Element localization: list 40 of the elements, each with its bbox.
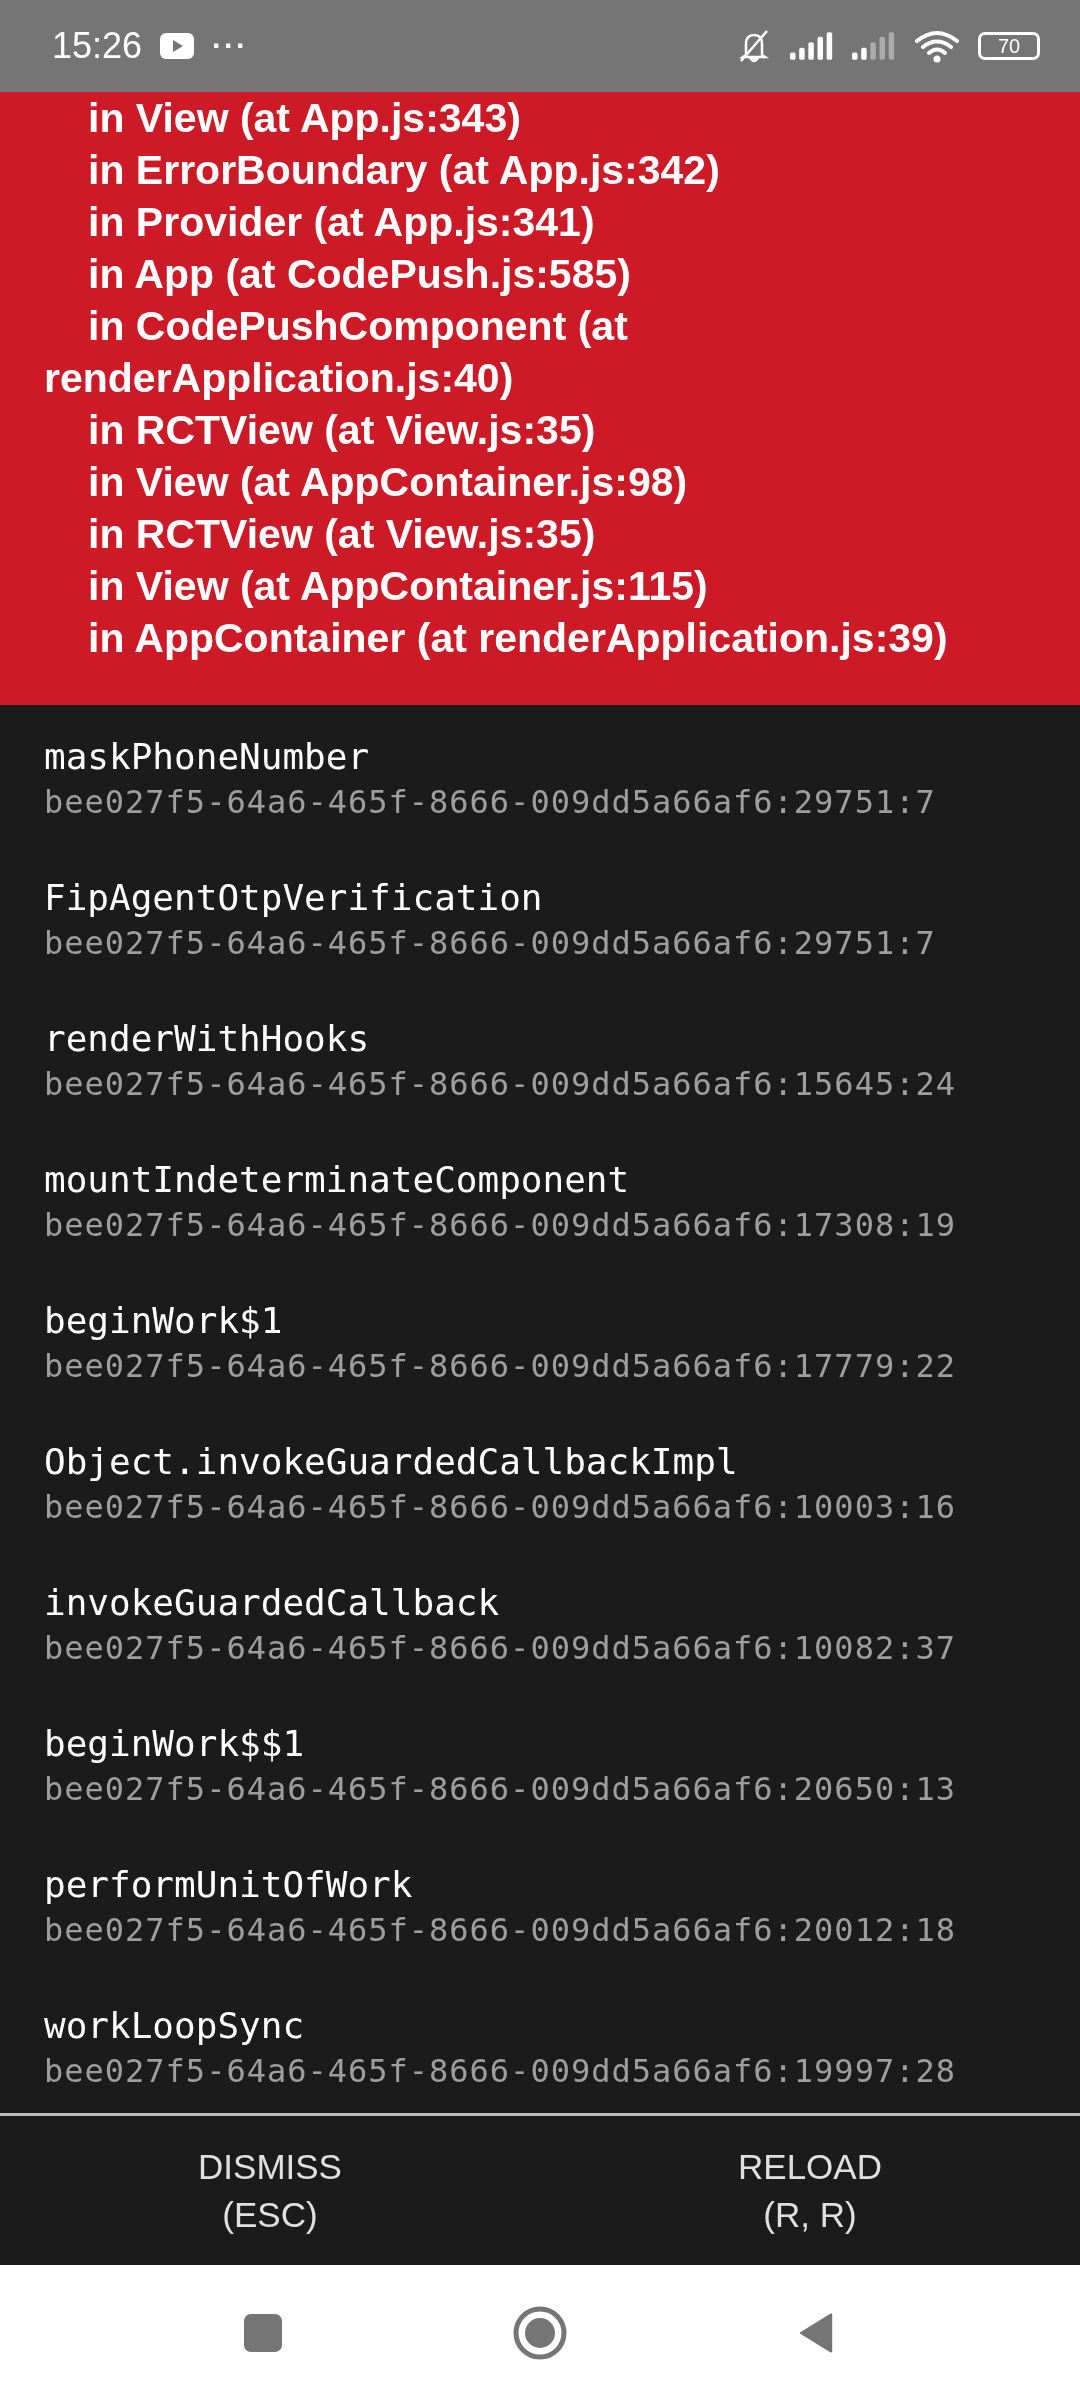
home-icon[interactable] (513, 2305, 567, 2360)
method-name: maskPhoneNumber (44, 735, 371, 779)
video-play-icon (160, 33, 195, 59)
stack-trace-line: in RCTView (at View.js:35) (87, 406, 597, 455)
stack-trace-line: in View (at AppContainer.js:115) (87, 562, 709, 611)
source-location: bee027f5-64a6-465f-8666-009dd5a66af6:15645:24 (44, 1064, 957, 1105)
source-location: bee027f5-64a6-465f-8666-009dd5a66af6:19997:28 (44, 2051, 957, 2092)
source-location: bee027f5-64a6-465f-8666-009dd5a66af6:29751:7 (44, 923, 937, 964)
stack-trace-line: in AppContainer (at renderApplication.js:39) (87, 614, 949, 663)
source-location: bee027f5-64a6-465f-8666-009dd5a66af6:29751:7 (44, 782, 937, 823)
method-name: FipAgentOtpVerification (44, 876, 544, 920)
stack-trace-line: in RCTView (at View.js:35) (87, 510, 597, 559)
source-location: bee027f5-64a6-465f-8666-009dd5a66af6:20012:18 (44, 1910, 957, 1951)
method-name: workLoopSync (44, 2004, 306, 2048)
source-location: bee027f5-64a6-465f-8666-009dd5a66af6:10082:37 (44, 1628, 957, 1669)
method-name: beginWork$1 (44, 1299, 284, 1343)
stack-trace-line: in View (at AppContainer.js:98) (87, 458, 689, 507)
method-name: invokeGuardedCallback (44, 1581, 501, 1625)
method-name: performUnitOfWork (44, 1863, 414, 1907)
signal-weak-icon (852, 32, 896, 60)
source-location: bee027f5-64a6-465f-8666-009dd5a66af6:17779:22 (44, 1346, 957, 1387)
battery-icon: 70 (978, 32, 1040, 60)
stack-trace-line: in View (at App.js:343) (87, 94, 522, 143)
stack-trace-line: renderApplication.js:40) (44, 354, 515, 403)
stack-trace-line: in App (at CodePush.js:585) (87, 250, 632, 299)
method-name: Object.invokeGuardedCallbackImpl (44, 1440, 739, 1484)
recents-icon[interactable] (243, 2312, 283, 2353)
stack-trace-line: in ErrorBoundary (at App.js:342) (87, 146, 721, 195)
method-name: beginWork$$1 (44, 1722, 306, 1766)
source-location: bee027f5-64a6-465f-8666-009dd5a66af6:10003:16 (44, 1487, 957, 1528)
clock-time: 15:26 (52, 25, 143, 67)
source-location: bee027f5-64a6-465f-8666-009dd5a66af6:20650:13 (44, 1769, 957, 1810)
signal-icon (790, 32, 834, 60)
stack-trace-line: in CodePushComponent (at (87, 302, 629, 351)
method-name: mountIndeterminateComponent (44, 1158, 631, 1202)
more-notifications-text: ··· (212, 29, 249, 63)
wifi-icon (914, 29, 960, 63)
method-name: renderWithHooks (44, 1017, 371, 1061)
source-location: bee027f5-64a6-465f-8666-009dd5a66af6:17308:19 (44, 1205, 957, 1246)
stack-trace-line: in Provider (at App.js:341) (87, 198, 596, 247)
